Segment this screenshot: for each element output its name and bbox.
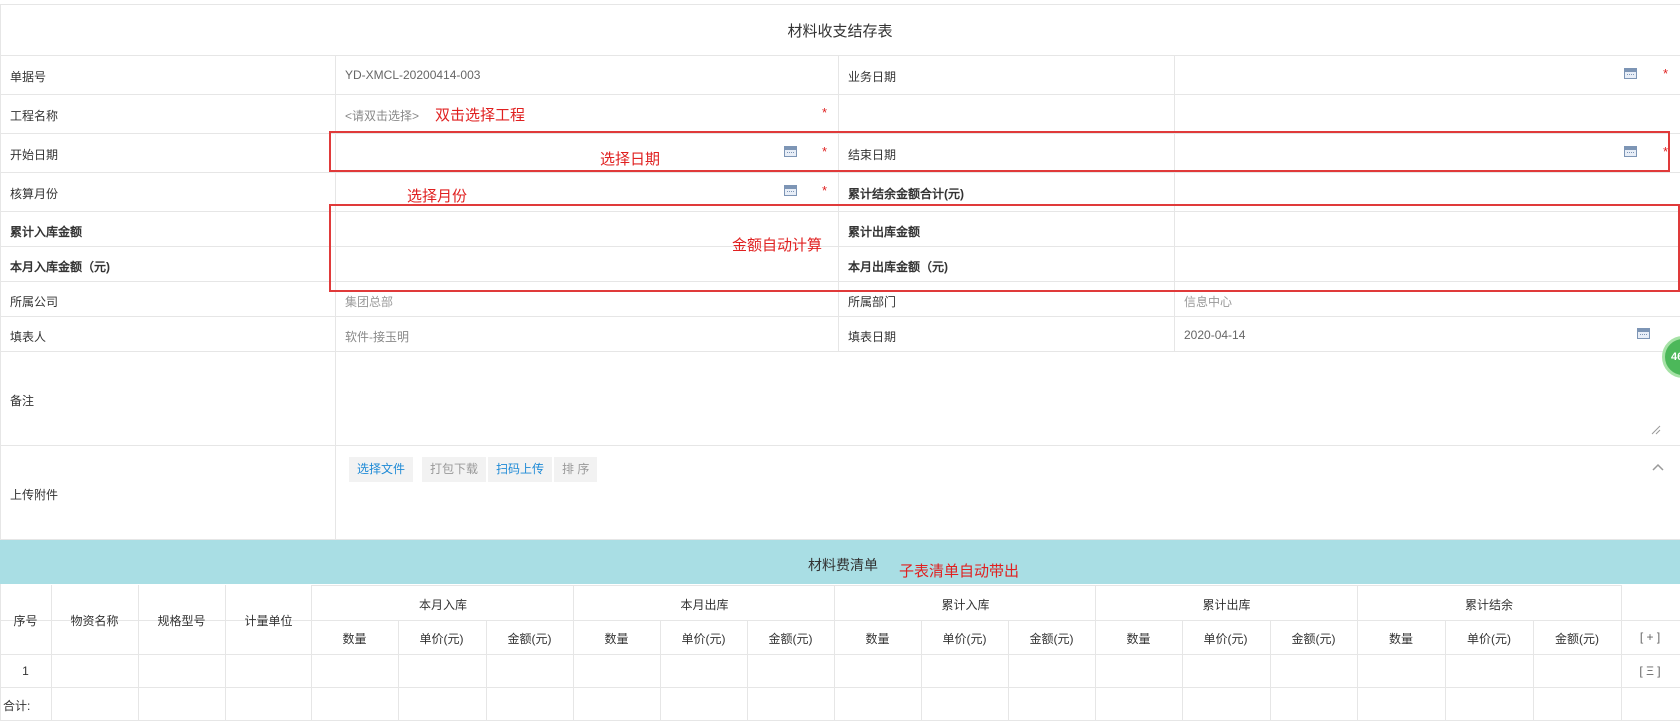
divider	[0, 654, 1680, 655]
total-label: 合计:	[3, 699, 31, 713]
divider	[0, 172, 1680, 173]
divider	[0, 687, 1680, 688]
divider	[0, 94, 1680, 95]
row-index: 1	[22, 664, 29, 678]
start-date-label: 开始日期	[10, 148, 59, 162]
subtable-divider	[1095, 585, 1096, 721]
col-unit: 计量单位	[244, 614, 293, 628]
subheader-amount: 金额(元)	[1291, 632, 1336, 646]
subheader-amount: 金额(元)	[1555, 632, 1599, 646]
divider	[311, 585, 1621, 586]
subheader-price: 单价(元)	[1203, 632, 1248, 646]
subtable-divider	[311, 585, 312, 721]
subtable-divider	[834, 585, 835, 721]
biz-date-input[interactable]	[1176, 58, 1666, 92]
col-spec: 规格型号	[157, 614, 206, 628]
highlight-box-dates	[329, 131, 1670, 172]
filler-label: 填表人	[10, 330, 47, 344]
subheader-price: 单价(元)	[419, 632, 464, 646]
highlight-box-amounts	[329, 204, 1680, 292]
subheader-price: 单价(元)	[681, 632, 726, 646]
form-title: 材料收支结存表	[787, 23, 893, 40]
col-seq: 序号	[13, 614, 38, 628]
doc-no-value: YD-XMCL-20200414-003	[345, 68, 481, 82]
pack-download-button[interactable]: 打包下载	[422, 457, 487, 482]
divider	[1174, 55, 1175, 351]
subheader-price: 单价(元)	[1467, 632, 1511, 646]
company-value: 集团总部	[345, 295, 394, 309]
subheader-qty: 数量	[1126, 632, 1151, 646]
select-file-button[interactable]: 选择文件	[349, 457, 414, 482]
divider	[0, 55, 1680, 56]
divider	[0, 4, 1680, 5]
subheader-amount: 金额(元)	[507, 632, 552, 646]
subheader-amount: 金额(元)	[768, 632, 813, 646]
required-mark: *	[1663, 66, 1669, 81]
subtable-title: 材料费清单	[808, 557, 878, 573]
biz-date-label: 业务日期	[848, 70, 897, 84]
cum-in-label: 累计入库金额	[10, 225, 83, 239]
project-input[interactable]: <请双击选择>	[345, 107, 419, 124]
col-name: 物资名称	[70, 614, 119, 628]
group-month-in: 本月入库	[418, 598, 467, 612]
fill-date-value[interactable]: 2020-04-14	[1184, 328, 1245, 342]
calendar-icon[interactable]	[1637, 328, 1650, 339]
subheader-amount: 金额(元)	[1029, 632, 1074, 646]
divider	[0, 316, 1680, 317]
fill-date-label: 填表日期	[848, 330, 897, 344]
subheader-price: 单价(元)	[942, 632, 987, 646]
group-cum-out: 累计出库	[1202, 598, 1251, 612]
scan-upload-button[interactable]: 扫码上传	[488, 457, 553, 482]
collapse-icon[interactable]	[1652, 460, 1664, 471]
subheader-qty: 数量	[342, 632, 367, 646]
group-month-out: 本月出库	[680, 598, 729, 612]
subtable-divider	[138, 585, 139, 721]
subtable-divider	[1621, 585, 1622, 721]
annotation-subtable: 子表清单自动带出	[899, 563, 1020, 580]
group-cum-in: 累计入库	[941, 598, 990, 612]
form-page: 材料收支结存表 单据号 YD-XMCL-20200414-003 业务日期 * …	[0, 0, 1680, 721]
filler-value: 软件-接玉明	[345, 330, 409, 344]
account-month-label: 核算月份	[10, 187, 59, 201]
month-in-label: 本月入库金额（元)	[10, 260, 110, 274]
remark-textarea[interactable]	[336, 352, 1666, 444]
required-mark: *	[822, 105, 828, 120]
calendar-icon[interactable]	[784, 185, 797, 196]
subtable-divider	[1357, 585, 1358, 721]
cum-balance-label: 累计结余金额合计(元)	[848, 187, 964, 201]
attach-label: 上传附件	[10, 488, 59, 502]
calendar-icon[interactable]	[1624, 68, 1637, 79]
subtable-divider	[573, 585, 574, 721]
add-row-button[interactable]: [ + ]	[1622, 630, 1678, 644]
subheader-qty: 数量	[1388, 632, 1413, 646]
annotation-month: 选择月份	[407, 188, 468, 205]
subtable-divider	[225, 585, 226, 721]
row-menu-button[interactable]: [ Ξ ]	[1622, 664, 1678, 678]
subheader-qty: 数量	[865, 632, 890, 646]
project-label: 工程名称	[10, 109, 59, 123]
dept-label: 所属部门	[848, 295, 897, 309]
sort-button[interactable]: 排 序	[554, 457, 598, 482]
divider	[838, 55, 839, 351]
annotation-project: 双击选择工程	[435, 107, 526, 124]
divider	[335, 55, 336, 539]
group-cum-balance: 累计结余	[1464, 598, 1513, 612]
dept-value: 信息中心	[1184, 295, 1233, 309]
required-mark: *	[822, 183, 828, 198]
subheader-qty: 数量	[604, 632, 629, 646]
remark-label: 备注	[10, 394, 35, 408]
company-label: 所属公司	[10, 295, 59, 309]
subtable-divider	[51, 585, 52, 721]
doc-no-label: 单据号	[10, 70, 47, 84]
divider	[0, 445, 1680, 446]
resize-handle-icon[interactable]	[1651, 424, 1661, 435]
